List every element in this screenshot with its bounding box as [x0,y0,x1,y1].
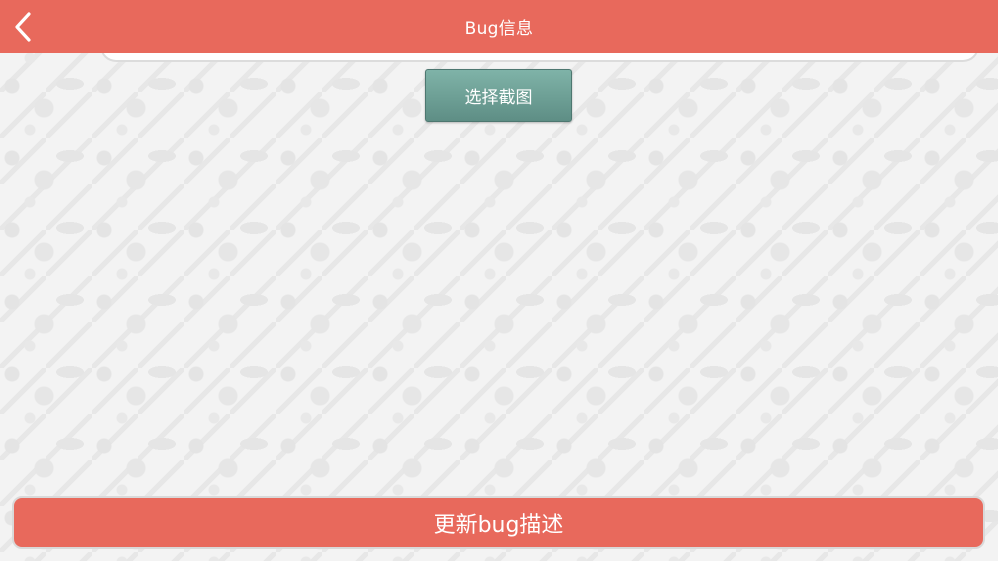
back-button[interactable] [6,8,40,46]
update-bug-description-button[interactable]: 更新bug描述 [12,496,985,549]
page-title: Bug信息 [464,19,534,39]
select-screenshot-button[interactable]: 选择截图 [425,69,572,122]
app-header: Bug信息 [0,0,998,53]
chevron-left-icon [15,12,31,42]
